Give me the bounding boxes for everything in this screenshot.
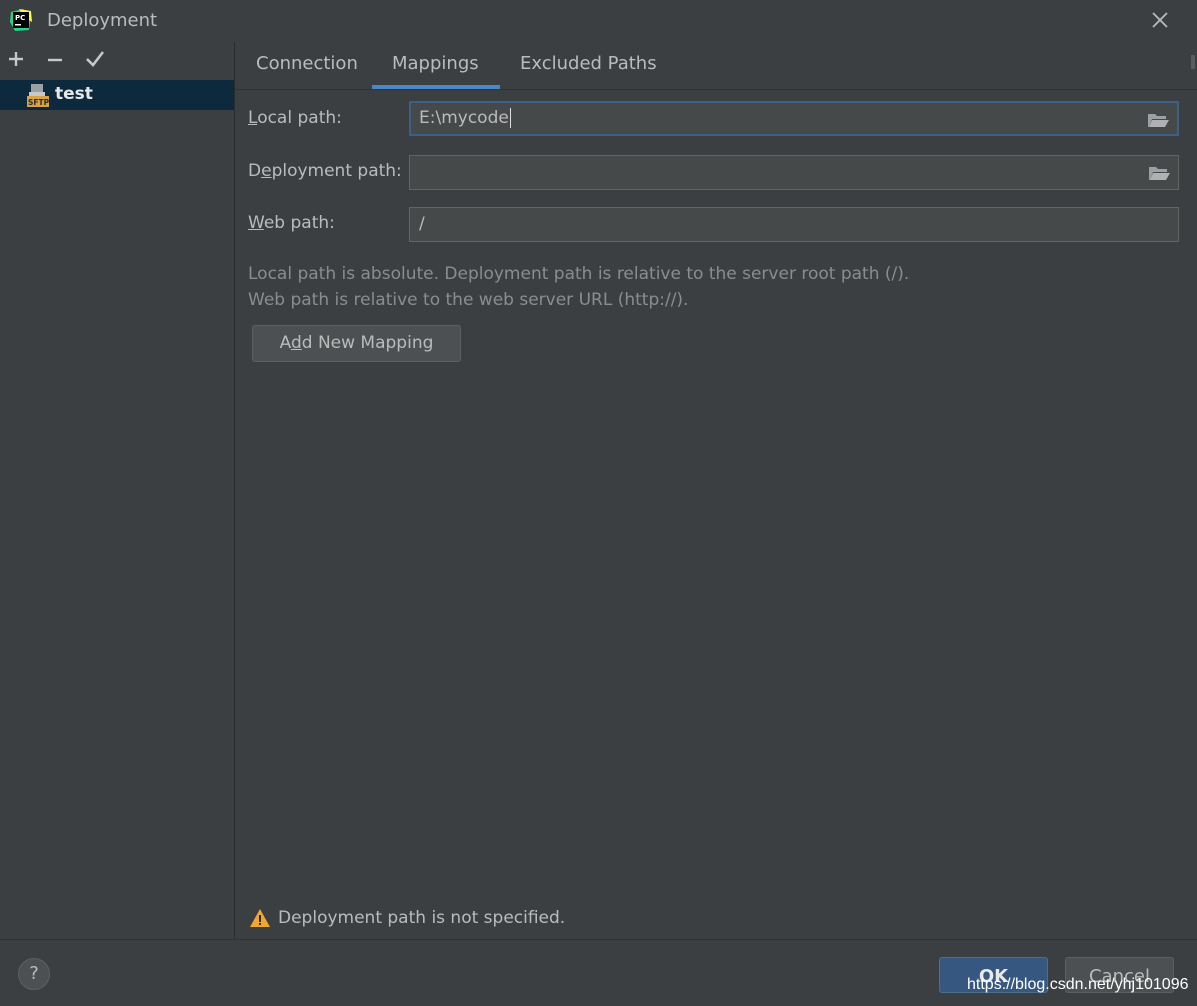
svg-text:SFTP: SFTP	[28, 98, 50, 107]
tab-excluded-paths[interactable]: Excluded Paths	[520, 53, 657, 74]
tab-connection[interactable]: Connection	[256, 53, 358, 74]
deployment-path-field[interactable]	[409, 155, 1179, 190]
svg-text:PC: PC	[15, 14, 25, 22]
hint-line-2: Web path is relative to the web server U…	[248, 290, 689, 310]
server-list-panel	[0, 42, 234, 939]
warning-icon	[250, 909, 270, 927]
web-path-label: Web path:	[248, 213, 335, 233]
tab-bar: Connection Mappings Excluded Paths	[235, 42, 1197, 90]
web-path-field[interactable]: /	[409, 207, 1179, 242]
server-item-test[interactable]: SFTP test	[0, 80, 234, 110]
local-path-value: E:\mycode	[419, 108, 509, 128]
sftp-server-icon: SFTP	[27, 84, 50, 107]
scroll-edge-marker	[1191, 55, 1195, 69]
deployment-path-label: Deployment path:	[248, 161, 402, 181]
plus-icon[interactable]	[5, 48, 27, 70]
title-bar: PC Deployment	[0, 0, 1197, 42]
panel-divider	[234, 42, 235, 939]
minus-icon[interactable]	[44, 48, 66, 70]
watermark-text: https://blog.csdn.net/yhj101096	[967, 976, 1189, 993]
footer-separator	[0, 939, 1197, 940]
local-path-label: Local path:	[248, 108, 342, 128]
close-icon[interactable]	[1149, 9, 1171, 31]
window-title: Deployment	[47, 10, 158, 31]
server-name: test	[55, 84, 93, 104]
tab-mappings[interactable]: Mappings	[392, 53, 479, 74]
help-button[interactable]: ?	[18, 958, 50, 990]
text-caret	[509, 108, 511, 128]
folder-open-icon[interactable]	[1147, 112, 1169, 128]
pycharm-logo-icon: PC	[10, 9, 32, 31]
check-icon[interactable]	[84, 48, 106, 70]
add-new-mapping-button[interactable]: Add New Mapping	[252, 325, 461, 362]
web-path-value: /	[419, 214, 425, 234]
folder-open-icon[interactable]	[1148, 165, 1170, 181]
active-tab-indicator	[372, 85, 500, 89]
hint-line-1: Local path is absolute. Deployment path …	[248, 264, 910, 284]
warning-message: Deployment path is not specified.	[278, 908, 566, 928]
local-path-field[interactable]: E:\mycode	[409, 101, 1179, 136]
